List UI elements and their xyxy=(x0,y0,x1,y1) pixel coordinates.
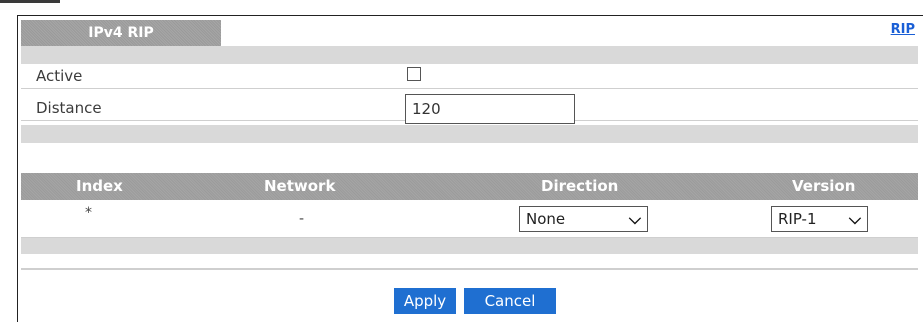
col-version: Version xyxy=(792,177,856,195)
col-direction: Direction xyxy=(541,177,619,195)
version-value: RIP-1 xyxy=(778,210,817,228)
col-index: Index xyxy=(76,177,123,195)
divider xyxy=(21,268,918,270)
cell-network: - xyxy=(299,211,305,227)
cancel-button[interactable]: Cancel xyxy=(464,288,556,314)
chevron-down-icon: ⌵ xyxy=(628,209,641,228)
tab-ipv4-rip[interactable]: IPv4 RIP xyxy=(21,20,221,46)
cell-index: * xyxy=(85,205,92,221)
active-label: Active xyxy=(36,67,83,85)
caption-fragment xyxy=(0,0,60,3)
section-bar-top xyxy=(21,46,918,64)
direction-select[interactable]: None ⌵ xyxy=(519,206,648,232)
col-network: Network xyxy=(264,177,336,195)
apply-button[interactable]: Apply xyxy=(394,288,456,314)
chevron-down-icon: ⌵ xyxy=(848,209,861,228)
table-header: Index Network Direction Version xyxy=(21,173,918,200)
section-bar-bottom xyxy=(21,238,918,254)
table-row: * - None ⌵ RIP-1 ⌵ xyxy=(21,200,918,238)
section-bar-mid xyxy=(21,125,918,143)
distance-input[interactable] xyxy=(405,94,575,124)
version-select[interactable]: RIP-1 ⌵ xyxy=(771,206,868,232)
distance-label: Distance xyxy=(36,99,102,117)
direction-value: None xyxy=(526,210,566,228)
active-checkbox[interactable] xyxy=(407,67,421,81)
rip-link[interactable]: RIP xyxy=(891,22,915,37)
active-row: Active xyxy=(21,64,918,89)
